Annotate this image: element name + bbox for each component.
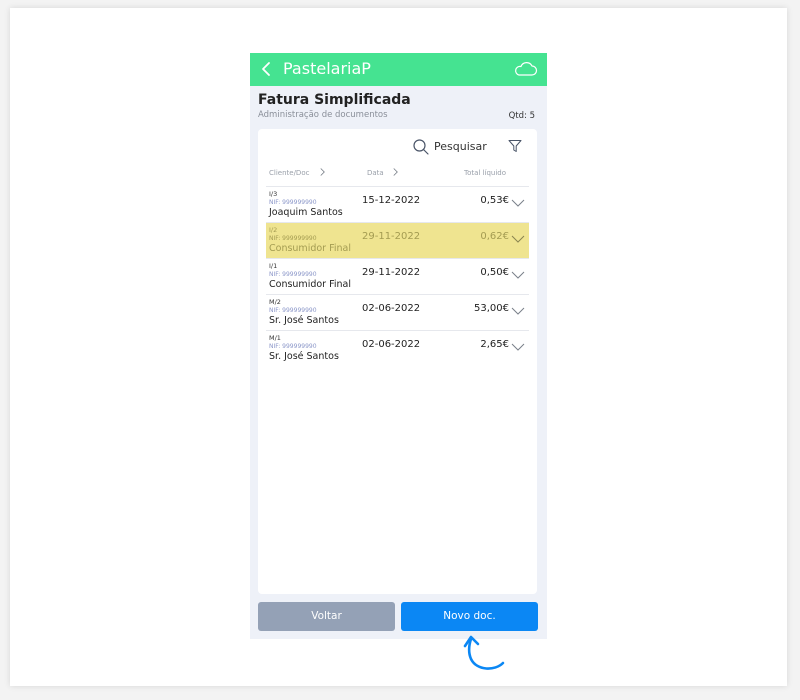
app-screen: PastelariaP Fatura Simplificada Administ… — [250, 53, 547, 639]
doc-number: I/3 — [269, 190, 278, 198]
doc-total: 2,65€ — [480, 339, 509, 350]
cloud-icon[interactable] — [513, 61, 538, 77]
chevron-left-icon[interactable] — [259, 61, 275, 77]
curved-arrow-icon — [463, 635, 505, 670]
client-name: Sr. José Santos — [269, 315, 339, 326]
doc-number: I/2 — [269, 226, 278, 234]
chevron-down-icon[interactable] — [511, 270, 525, 280]
table-row[interactable]: I/3 NIF: 999999990 Joaquim Santos 15-12-… — [266, 186, 529, 222]
page-subtitle: Administração de documentos — [258, 110, 388, 120]
table-row[interactable]: M/2 NIF: 999999990 Sr. José Santos 02-06… — [266, 294, 529, 330]
doc-date: 15-12-2022 — [362, 195, 421, 206]
column-label-client: Cliente/Doc — [269, 169, 310, 177]
search-icon — [413, 139, 429, 155]
doc-total: 0,50€ — [480, 267, 509, 278]
documents-panel: Pesquisar Cliente/Doc Data Total líquido… — [258, 129, 537, 594]
chevron-right-icon — [320, 168, 325, 176]
chevron-down-icon[interactable] — [511, 198, 525, 208]
page-title: Fatura Simplificada — [258, 92, 411, 108]
doc-date: 29-11-2022 — [362, 231, 421, 242]
doc-date: 29-11-2022 — [362, 267, 421, 278]
nif: NIF: 999999990 — [269, 271, 317, 278]
client-name: Sr. José Santos — [269, 351, 339, 362]
chevron-right-icon — [393, 168, 398, 176]
nif: NIF: 999999990 — [269, 199, 317, 206]
table-row[interactable]: M/1 NIF: 999999990 Sr. José Santos 02-06… — [266, 330, 529, 366]
doc-total: 0,53€ — [480, 195, 509, 206]
chevron-down-icon[interactable] — [511, 342, 525, 352]
column-header-client[interactable]: Cliente/Doc — [269, 168, 325, 177]
doc-total: 0,62€ — [480, 231, 509, 242]
doc-date: 02-06-2022 — [362, 339, 421, 350]
column-label-total: Total líquido — [464, 169, 507, 177]
doc-date: 02-06-2022 — [362, 303, 421, 314]
nif: NIF: 999999990 — [269, 343, 317, 350]
chevron-down-icon[interactable] — [511, 306, 525, 316]
documents-list: I/3 NIF: 999999990 Joaquim Santos 15-12-… — [266, 186, 529, 366]
nif: NIF: 999999990 — [269, 235, 317, 242]
document-count: Qtd: 5 — [508, 111, 535, 121]
column-label-date: Data — [367, 169, 384, 177]
client-name: Consumidor Final — [269, 279, 351, 290]
client-name: Consumidor Final — [269, 243, 351, 254]
nif: NIF: 999999990 — [269, 307, 317, 314]
doc-number: M/1 — [269, 334, 281, 342]
chevron-down-icon[interactable] — [511, 234, 525, 244]
filter-icon[interactable] — [508, 139, 522, 153]
client-name: Joaquim Santos — [269, 207, 343, 218]
back-button[interactable]: Voltar — [258, 602, 395, 631]
app-header: PastelariaP — [250, 53, 547, 86]
doc-total: 53,00€ — [474, 303, 509, 314]
table-row[interactable]: I/2 NIF: 999999990 Consumidor Final 29-1… — [266, 222, 529, 258]
search-label: Pesquisar — [434, 140, 487, 153]
doc-number: I/1 — [269, 262, 278, 270]
app-title: PastelariaP — [283, 59, 371, 78]
doc-number: M/2 — [269, 298, 281, 306]
column-header-total[interactable]: Total líquido — [464, 169, 506, 177]
table-row[interactable]: I/1 NIF: 999999990 Consumidor Final 29-1… — [266, 258, 529, 294]
column-header-date[interactable]: Data — [367, 168, 398, 177]
